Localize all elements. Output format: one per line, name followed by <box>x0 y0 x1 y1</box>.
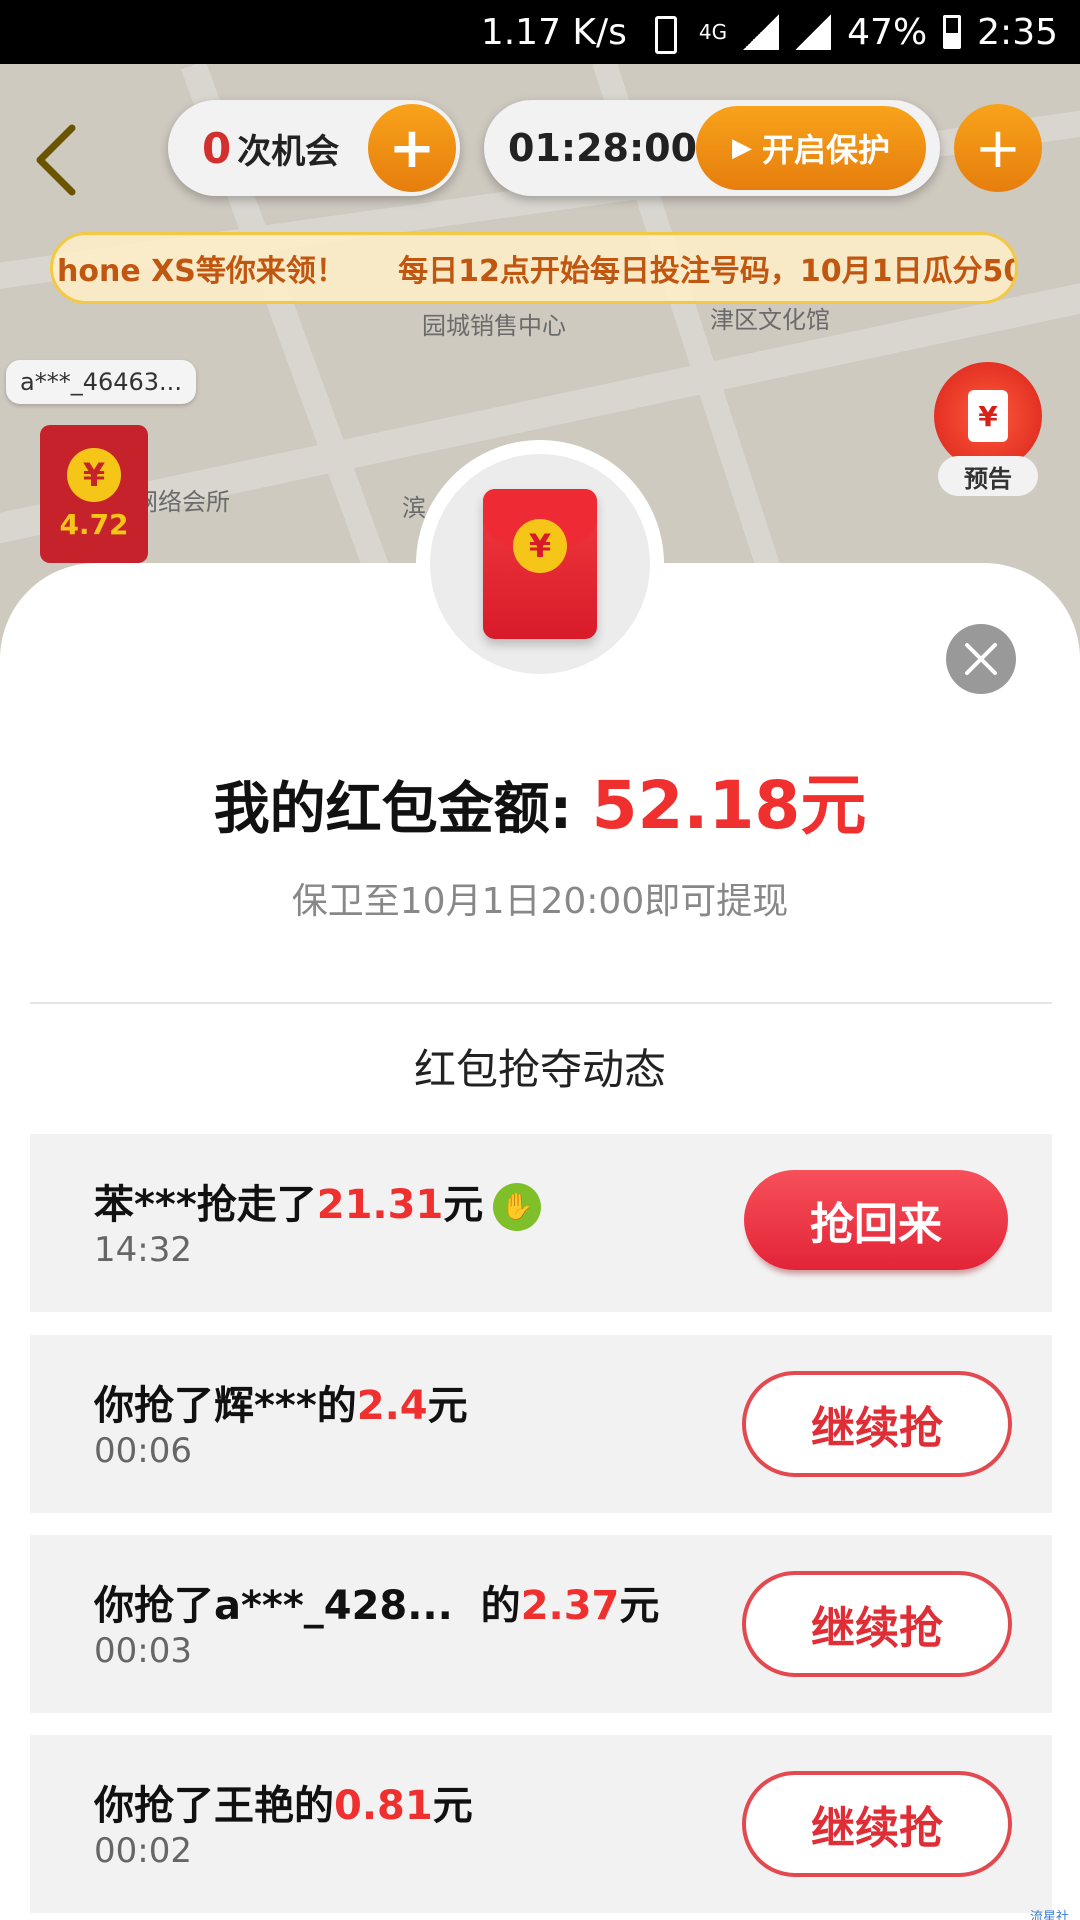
map-label: 园城销售中心 <box>422 312 566 340</box>
map-label: 津区文化馆 <box>710 306 830 334</box>
activity-text: 你抢了a***_428... 的2.37元 <box>94 1573 659 1631</box>
timer-value: 01:28:00 <box>508 126 698 170</box>
continue-grab-button[interactable]: 继续抢 <box>742 1371 1012 1477</box>
watermark: 流星社区 <box>1030 1910 1070 1920</box>
activity-text: 苯***抢走了21.31元 ✋ <box>94 1172 542 1231</box>
add-chance-button[interactable]: + <box>368 104 456 192</box>
activity-time: 00:03 <box>94 1631 192 1671</box>
forecast-label: 预告 <box>938 456 1038 496</box>
activity-suffix: 元 <box>432 1783 473 1829</box>
activity-time: 00:02 <box>94 1831 192 1871</box>
chance-label: 次机会 <box>237 131 340 172</box>
protect-label: 开启保护 <box>761 131 890 169</box>
chance-counter: 0 次机会 + <box>168 100 460 196</box>
chevron-left-icon <box>36 124 76 196</box>
grab-back-button[interactable]: 抢回来 <box>744 1170 1008 1270</box>
map-label: 滨 <box>402 494 426 522</box>
activity-suffix: 元 <box>427 1383 468 1429</box>
activity-amount: 2.4 <box>356 1383 428 1429</box>
play-icon: ▶ <box>731 133 752 163</box>
activity-row: 苯***抢走了21.31元 ✋ 14:32 抢回来 <box>30 1134 1052 1312</box>
total-amount: 52.18元 <box>591 767 867 844</box>
map-label: 网络会所 <box>134 488 230 516</box>
clock: 2:35 <box>977 11 1058 53</box>
activity-row: 你抢了辉***的2.4元 00:06 继续抢 <box>30 1335 1052 1513</box>
activity-suffix: 元 <box>619 1583 660 1629</box>
map-red-packet[interactable]: ¥ 4.72 <box>40 425 148 563</box>
vibrate-icon <box>643 12 683 54</box>
activity-prefix: 苯***抢走了 <box>94 1182 317 1228</box>
activity-row: 你抢了a***_428... 的2.37元 00:03 继续抢 <box>30 1535 1052 1713</box>
yuan-icon: ¥ <box>968 390 1008 442</box>
red-envelope-icon: ¥ <box>483 489 597 639</box>
activity-prefix: 你抢了辉***的 <box>94 1383 357 1429</box>
chance-count: 0 <box>202 123 232 173</box>
activity-amount: 2.37 <box>520 1583 620 1629</box>
red-packet-avatar: ¥ <box>416 440 664 688</box>
hand-wave-icon: ✋ <box>493 1183 542 1231</box>
packet-amount: 4.72 <box>59 507 129 541</box>
close-icon <box>965 643 997 675</box>
close-button[interactable] <box>946 624 1016 694</box>
start-protect-button[interactable]: ▶ 开启保护 <box>696 106 926 190</box>
signal-icon-2 <box>795 14 832 50</box>
activity-row: 你抢了王艳的0.81元 00:02 继续抢 <box>30 1735 1052 1913</box>
network-type: 4G <box>698 20 728 44</box>
activity-prefix: 你抢了a***_428... 的 <box>94 1583 521 1629</box>
activity-prefix: 你抢了王艳的 <box>94 1783 334 1829</box>
forecast-button[interactable]: ¥ 预告 <box>934 362 1044 502</box>
activity-time: 14:32 <box>94 1230 192 1270</box>
battery-percent: 47% <box>847 11 928 53</box>
add-protect-button[interactable]: + <box>954 104 1042 192</box>
title-prefix: 我的红包金额: <box>213 777 592 842</box>
yuan-icon: ¥ <box>67 447 121 502</box>
protect-timer: 01:28:00 ▶ 开启保护 <box>484 100 940 196</box>
network-speed: 1.17 K/s <box>480 11 627 53</box>
forecast-ball: ¥ <box>934 362 1042 470</box>
activity-text: 你抢了辉***的2.4元 <box>94 1373 468 1431</box>
signal-icon <box>743 14 780 50</box>
continue-grab-button[interactable]: 继续抢 <box>742 1571 1012 1677</box>
packet-amount-title: 我的红包金额: 52.18元 <box>0 752 1080 848</box>
ticker-text: hone XS等你来领！ 每日12点开始每日投注号码，10月1日瓜分500 <box>57 254 1018 289</box>
avatar-inner: ¥ <box>430 454 650 674</box>
withdraw-hint: 保卫至10月1日20:00即可提现 <box>291 881 789 922</box>
activity-time: 00:06 <box>94 1431 192 1471</box>
battery-icon <box>943 15 962 49</box>
map-user-chip[interactable]: a***_46463... <box>6 360 196 404</box>
activity-text: 你抢了王艳的0.81元 <box>94 1773 473 1831</box>
section-title: 红包抢夺动态 <box>413 1045 666 1094</box>
back-button[interactable] <box>28 120 88 200</box>
announcement-ticker: hone XS等你来领！ 每日12点开始每日投注号码，10月1日瓜分500 <box>50 232 1018 304</box>
status-bar: 1.17 K/s 4G 47% 2:35 <box>0 0 1080 64</box>
divider <box>30 1002 1052 1004</box>
activity-amount: 0.81 <box>334 1783 433 1829</box>
yuan-icon: ¥ <box>513 519 567 573</box>
continue-grab-button[interactable]: 继续抢 <box>742 1771 1012 1877</box>
activity-suffix: 元 <box>443 1182 484 1228</box>
activity-amount: 21.31 <box>316 1182 444 1228</box>
